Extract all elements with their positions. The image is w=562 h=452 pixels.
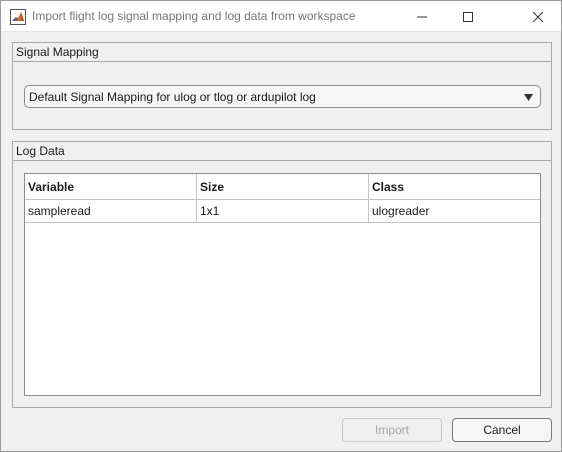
title-bar[interactable]: Import flight log signal mapping and log…	[1, 1, 561, 32]
import-button[interactable]: Import	[342, 418, 442, 442]
chevron-down-icon	[524, 94, 533, 101]
cancel-button[interactable]: Cancel	[452, 418, 552, 442]
cell-variable[interactable]: sampleread	[25, 200, 197, 222]
log-data-header: Log Data	[13, 142, 551, 161]
matlab-logo-icon	[10, 9, 26, 25]
cell-class[interactable]: ulogreader	[369, 200, 540, 222]
signal-mapping-header: Signal Mapping	[13, 43, 551, 62]
cell-size[interactable]: 1x1	[197, 200, 369, 222]
close-button[interactable]	[515, 1, 561, 32]
close-icon	[532, 11, 544, 22]
signal-mapping-panel: Signal Mapping Default Signal Mapping fo…	[12, 42, 552, 130]
log-data-panel: Log Data Variable Size Class sampleread …	[12, 141, 552, 408]
minimize-icon	[417, 16, 427, 17]
column-header-variable[interactable]: Variable	[25, 174, 197, 200]
column-header-size[interactable]: Size	[197, 174, 369, 200]
maximize-icon	[463, 11, 473, 22]
table-row[interactable]: sampleread 1x1 ulogreader	[25, 200, 540, 223]
signal-mapping-title: Signal Mapping	[16, 45, 99, 59]
signal-mapping-selected: Default Signal Mapping for ulog or tlog …	[29, 90, 316, 104]
maximize-button[interactable]	[445, 1, 491, 32]
window-title: Import flight log signal mapping and log…	[32, 9, 356, 23]
signal-mapping-dropdown[interactable]: Default Signal Mapping for ulog or tlog …	[24, 85, 541, 108]
table-header-row: Variable Size Class	[25, 174, 540, 200]
column-header-class[interactable]: Class	[369, 174, 540, 200]
log-data-table[interactable]: Variable Size Class sampleread 1x1 ulogr…	[24, 173, 541, 396]
minimize-button[interactable]	[399, 1, 445, 32]
import-dialog-window: Import flight log signal mapping and log…	[0, 0, 562, 452]
log-data-title: Log Data	[16, 144, 65, 158]
